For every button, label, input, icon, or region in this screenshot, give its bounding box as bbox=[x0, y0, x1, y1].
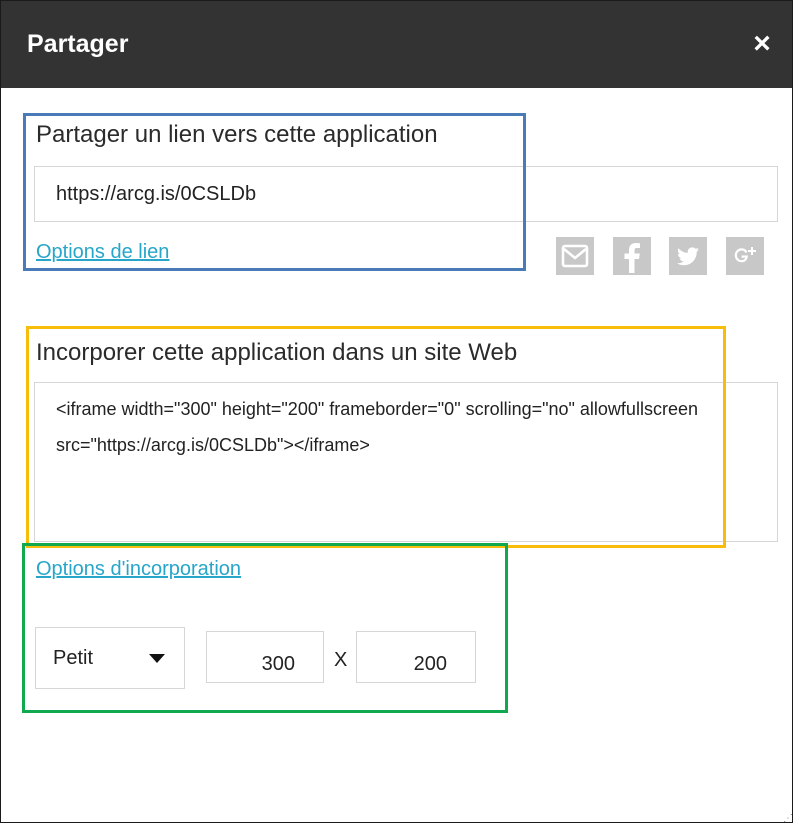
size-dropdown-value: Petit bbox=[53, 647, 94, 669]
embed-code-field[interactable]: <iframe width="300" height="200" framebo… bbox=[34, 382, 778, 542]
share-url-field[interactable] bbox=[34, 166, 778, 222]
twitter-icon[interactable] bbox=[669, 237, 707, 275]
link-options-link[interactable]: Options de lien bbox=[36, 239, 169, 265]
dialog-title: Partager bbox=[27, 30, 129, 58]
close-icon[interactable]: × bbox=[746, 26, 778, 62]
embed-options-link[interactable]: Options d'incorporation bbox=[36, 556, 241, 582]
resize-grip-icon[interactable]: ⋰ bbox=[783, 813, 792, 822]
size-dropdown[interactable]: Petit bbox=[35, 627, 185, 689]
chevron-down-icon bbox=[149, 654, 165, 663]
dimension-separator: X bbox=[334, 649, 348, 671]
google-plus-icon[interactable] bbox=[726, 237, 764, 275]
dialog-titlebar: Partager × bbox=[1, 1, 792, 88]
embed-heading: Incorporer cette application dans un sit… bbox=[36, 339, 518, 366]
share-link-heading: Partager un lien vers cette application bbox=[36, 121, 438, 148]
email-icon[interactable] bbox=[556, 237, 594, 275]
width-input[interactable] bbox=[206, 631, 324, 683]
facebook-icon[interactable] bbox=[613, 237, 651, 275]
height-input[interactable] bbox=[356, 631, 476, 683]
share-dialog: Partager × Partager un lien vers cette a… bbox=[0, 0, 793, 823]
